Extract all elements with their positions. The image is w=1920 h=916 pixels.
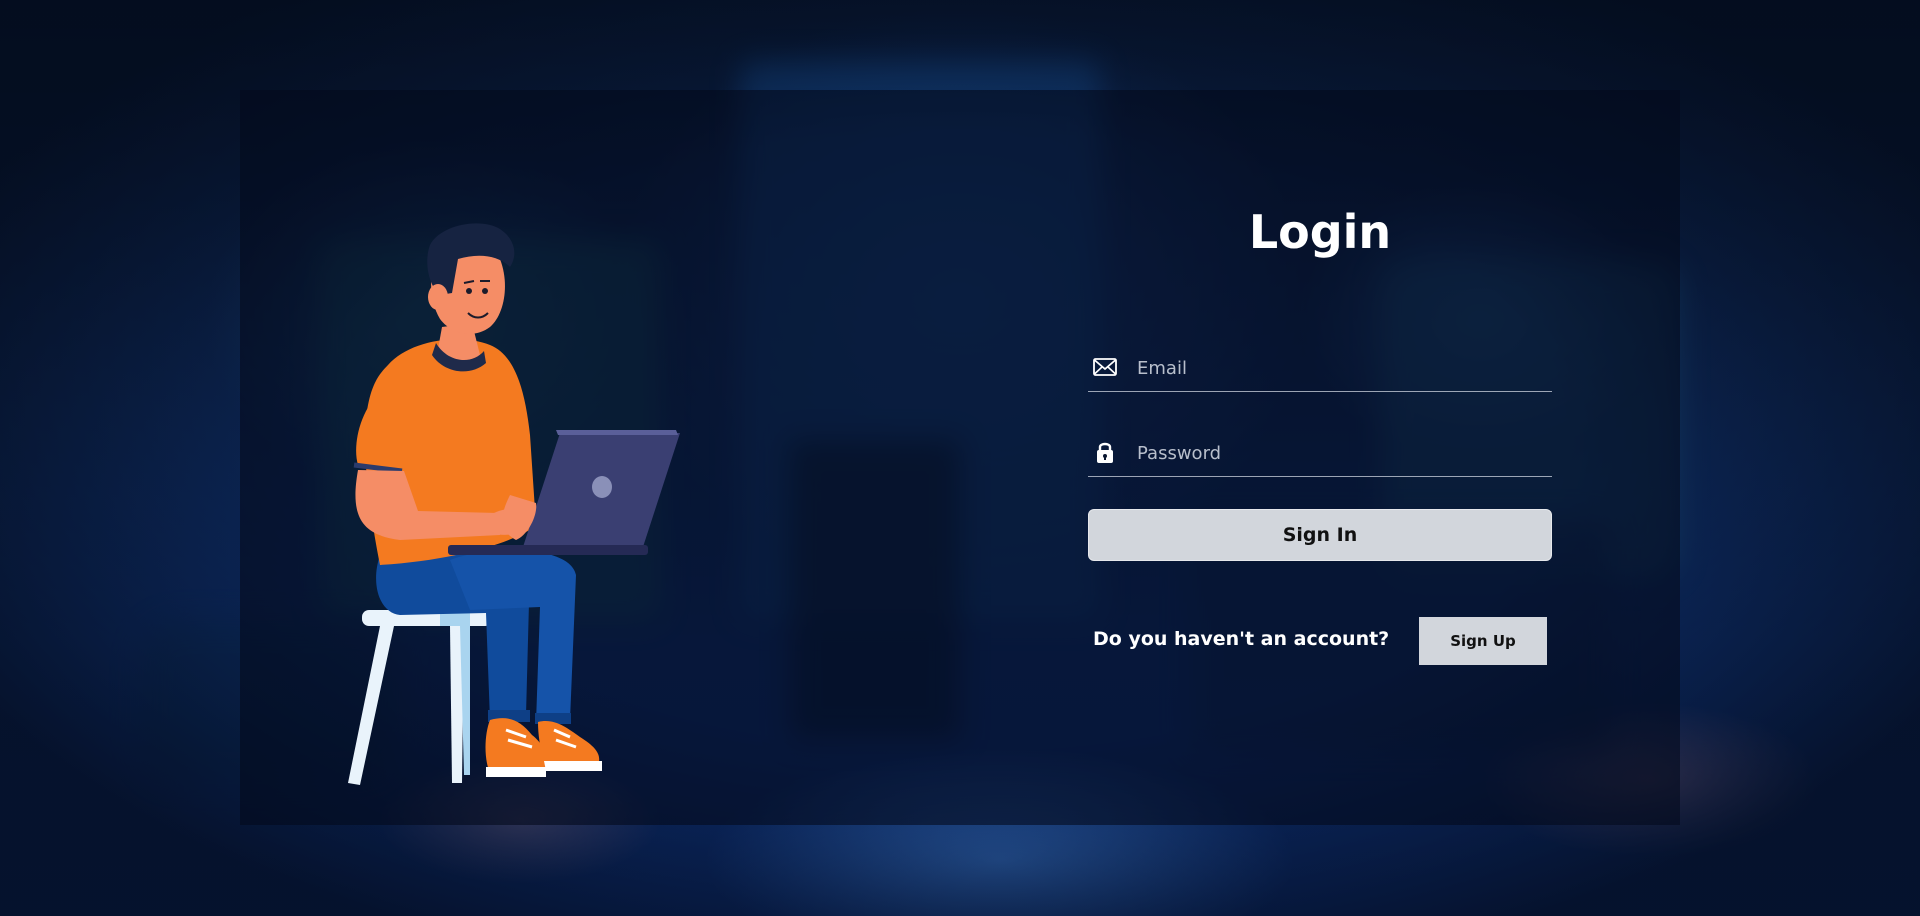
signup-prompt: Do you haven't an account? (1093, 628, 1390, 650)
stool (348, 610, 492, 785)
head (427, 223, 515, 334)
shoes (485, 718, 602, 777)
password-input[interactable] (1135, 436, 1539, 470)
envelope-icon (1093, 358, 1117, 376)
page-title: Login (1248, 205, 1392, 259)
email-input[interactable] (1135, 351, 1539, 385)
password-field[interactable] (1088, 430, 1552, 477)
sign-up-button[interactable]: Sign Up (1419, 617, 1547, 665)
email-field[interactable] (1088, 345, 1552, 392)
person-with-laptop-illustration (348, 223, 680, 785)
lock-icon (1097, 442, 1113, 463)
sign-in-button[interactable]: Sign In (1088, 509, 1552, 561)
